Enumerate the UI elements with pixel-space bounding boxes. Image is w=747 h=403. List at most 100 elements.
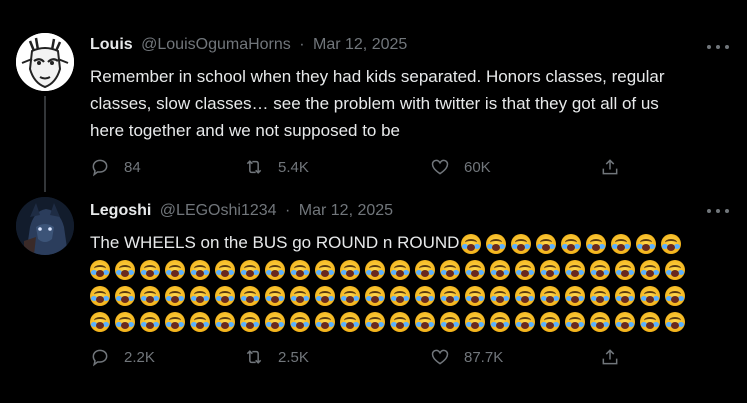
crying-face-emoji-icon	[365, 285, 385, 306]
user-handle[interactable]: @LouisOgumaHorns	[141, 36, 291, 53]
comment-icon	[92, 349, 108, 367]
crying-face-emoji-icon	[140, 311, 160, 332]
crying-face-emoji-icon	[640, 259, 660, 280]
crying-face-emoji-icon	[586, 233, 607, 254]
crying-face-emoji-icon	[515, 311, 535, 332]
crying-face-emoji-icon	[215, 285, 235, 306]
crying-face-emoji-icon	[615, 311, 635, 332]
avatar-legoshi[interactable]	[16, 197, 74, 255]
tweet-text-line: classes, slow classes… see the problem w…	[90, 94, 659, 113]
crying-face-emoji-icon	[90, 285, 110, 306]
dot	[725, 209, 729, 213]
crying-face-emoji-icon	[140, 259, 160, 280]
display-name[interactable]: Legoshi	[90, 202, 151, 219]
avatar-louis[interactable]	[16, 33, 74, 91]
tweet-text-line: Remember in school when they had kids se…	[90, 67, 665, 86]
user-handle[interactable]: @LEGOshi1234	[160, 202, 277, 219]
tweet-text-line: The WHEELS on the BUS go ROUND n ROUND	[90, 229, 720, 257]
crying-face-emoji-icon	[265, 311, 285, 332]
crying-face-emoji-icon	[165, 311, 185, 332]
tweet-date[interactable]: Mar 12, 2025	[313, 36, 407, 53]
crying-face-emoji-icon	[290, 259, 310, 280]
repost-button[interactable]: 2.5K	[244, 347, 430, 367]
crying-face-emoji-icon	[590, 285, 610, 306]
crying-face-emoji-icon	[661, 233, 682, 254]
crying-face-emoji-icon	[90, 259, 110, 280]
crying-face-emoji-icon	[540, 259, 560, 280]
tweet-text-words: The WHEELS on the BUS go ROUND n ROUND	[90, 233, 460, 252]
separator-dot: ·	[299, 36, 305, 53]
dot	[716, 45, 720, 49]
like-count: 60K	[464, 158, 491, 176]
reply-button[interactable]: 84	[90, 157, 244, 177]
repost-button[interactable]: 5.4K	[244, 157, 430, 177]
share-button[interactable]	[600, 157, 630, 177]
tweet-text: Remember in school when they had kids se…	[90, 63, 720, 144]
heart-icon	[431, 159, 449, 175]
tweet-header: Louis @LouisOgumaHorns · Mar 12, 2025	[90, 36, 407, 60]
tweet-actions: 2.2K 2.5K 87.7K	[90, 345, 630, 369]
crying-face-emoji-icon	[340, 259, 360, 280]
crying-face-emoji-icon	[240, 259, 260, 280]
crying-face-emoji-icon	[415, 285, 435, 306]
crying-face-emoji-icon	[615, 259, 635, 280]
repost-count: 5.4K	[278, 158, 309, 176]
more-dots-icon[interactable]	[707, 40, 729, 54]
more-dots-icon[interactable]	[707, 204, 729, 218]
crying-face-emoji-icon	[465, 259, 485, 280]
heart-icon	[431, 349, 449, 365]
crying-face-emoji-icon	[461, 233, 482, 254]
crying-face-emoji-icon	[340, 311, 360, 332]
crying-face-emoji-icon	[665, 311, 685, 332]
crying-face-emoji-icon	[215, 259, 235, 280]
crying-face-emoji-icon	[615, 285, 635, 306]
crying-face-emoji-icon	[215, 311, 235, 332]
crying-face-emoji-icon	[486, 233, 507, 254]
crying-face-emoji-icon	[115, 311, 135, 332]
thread-connector-line	[44, 96, 46, 192]
crying-face-emoji-icon	[190, 311, 210, 332]
crying-face-emoji-icon	[365, 311, 385, 332]
crying-face-emoji-icon	[190, 259, 210, 280]
crying-face-emoji-icon	[536, 233, 557, 254]
deer-avatar-icon	[16, 33, 74, 91]
share-button[interactable]	[600, 347, 630, 367]
crying-face-emoji-icon	[511, 233, 532, 254]
crying-face-emoji-icon	[365, 259, 385, 280]
like-button[interactable]: 60K	[430, 157, 600, 177]
crying-face-emoji-icon	[315, 311, 335, 332]
repost-count: 2.5K	[278, 348, 309, 366]
dot	[716, 209, 720, 213]
crying-face-emoji-icon	[490, 259, 510, 280]
crying-face-emoji-icon	[665, 285, 685, 306]
crying-face-emoji-icon	[515, 259, 535, 280]
crying-face-emoji-icon	[440, 311, 460, 332]
emoji-row	[461, 231, 682, 257]
crying-face-emoji-icon	[561, 233, 582, 254]
crying-face-emoji-icon	[440, 285, 460, 306]
tweet-legoshi[interactable]: Legoshi @LEGOshi1234 · Mar 12, 2025 The …	[0, 195, 747, 403]
tweet-header: Legoshi @LEGOshi1234 · Mar 12, 2025	[90, 202, 393, 226]
crying-face-emoji-icon	[640, 285, 660, 306]
reply-button[interactable]: 2.2K	[90, 347, 244, 367]
crying-face-emoji-icon	[315, 259, 335, 280]
emoji-row	[90, 309, 720, 335]
comment-icon	[92, 159, 108, 177]
tweet-date[interactable]: Mar 12, 2025	[299, 202, 393, 219]
tweet-actions: 84 5.4K 60K	[90, 155, 630, 179]
crying-face-emoji-icon	[590, 259, 610, 280]
display-name[interactable]: Louis	[90, 36, 133, 53]
like-button[interactable]: 87.7K	[430, 347, 600, 367]
crying-face-emoji-icon	[340, 285, 360, 306]
crying-face-emoji-icon	[590, 311, 610, 332]
crying-face-emoji-icon	[390, 285, 410, 306]
crying-face-emoji-icon	[540, 311, 560, 332]
wolf-avatar-icon	[16, 197, 74, 255]
tweet-louis[interactable]: Louis @LouisOgumaHorns · Mar 12, 2025 Re…	[0, 0, 747, 195]
crying-face-emoji-icon	[140, 285, 160, 306]
separator-dot: ·	[285, 202, 291, 219]
crying-face-emoji-icon	[490, 285, 510, 306]
like-count: 87.7K	[464, 348, 504, 366]
crying-face-emoji-icon	[515, 285, 535, 306]
crying-face-emoji-icon	[240, 311, 260, 332]
